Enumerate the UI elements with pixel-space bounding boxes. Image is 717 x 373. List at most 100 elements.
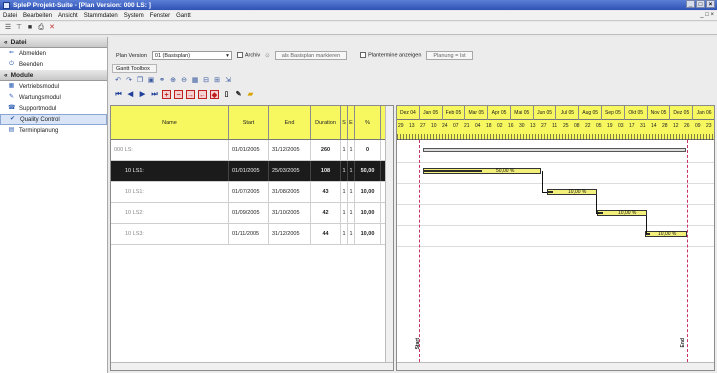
task-bar[interactable]: 10,00 % — [597, 210, 647, 216]
timeline-day: 13 — [530, 123, 536, 129]
archiv-checkbox[interactable]: Archiv — [236, 52, 260, 59]
task-grid: Name Start End Duration S E % 000 LS: 01… — [110, 105, 394, 371]
header-e[interactable]: E — [348, 106, 355, 139]
delete-icon[interactable]: ✕ — [48, 24, 56, 32]
sidebar-item-label: Vertriebsmodul — [19, 83, 60, 90]
table-row[interactable]: 10 LS1: 01/07/2005 31/08/2005 43 1 1 10,… — [111, 182, 393, 203]
sidebar-section-datei[interactable]: « Datei — [0, 37, 107, 48]
task-bar[interactable]: 10,00 % — [547, 189, 597, 195]
new-icon[interactable]: ⊤ — [15, 24, 23, 32]
table-row[interactable]: 000 LS: 01/01/2005 31/12/2005 260 1 1 0 — [111, 140, 393, 161]
edit-icon[interactable]: ✎ — [234, 90, 243, 99]
task-bar[interactable]: 50,00 % — [423, 168, 541, 174]
minimize-button[interactable]: _ — [686, 0, 695, 8]
prev-icon[interactable]: ◀ — [126, 90, 135, 99]
task-duration: 42 — [311, 203, 341, 223]
list-icon[interactable]: ☰ — [4, 24, 12, 32]
gantt-toolbox-header[interactable]: Gantt Toolbox — [112, 64, 157, 73]
timeline-day: 31 — [640, 123, 646, 129]
split-icon[interactable]: ⊟ — [202, 77, 210, 85]
folder-icon[interactable]: ▰ — [246, 90, 255, 99]
zoom-out-icon[interactable]: ⊖ — [180, 77, 188, 85]
task-duration: 43 — [311, 182, 341, 202]
menu-bearbeiten[interactable]: Bearbeiten — [23, 13, 52, 19]
menu-gantt[interactable]: Gantt — [176, 13, 191, 19]
close-button[interactable]: × — [706, 0, 715, 8]
timeline-month: Mai 05 — [511, 106, 534, 120]
sidebar-item-wartungsmodul[interactable]: ✎ Wartungsmodul — [0, 92, 107, 103]
table-row[interactable]: 10 LS2: 01/09/2005 31/10/2005 42 1 1 10,… — [111, 203, 393, 224]
plan-version-select[interactable]: 01 (Basisplan) ▾ — [151, 51, 232, 60]
sidebar-item-abmelden[interactable]: ⇐ Abmelden — [0, 48, 107, 59]
outdent-icon[interactable]: ← — [198, 89, 207, 99]
maximize-button[interactable]: □ — [696, 0, 705, 8]
sidebar-item-beenden[interactable]: ⏻ Beenden — [0, 59, 107, 70]
paste-icon[interactable]: ▣ — [147, 77, 155, 85]
zoom-in-icon[interactable]: ⊕ — [169, 77, 177, 85]
next-icon[interactable]: ▶ — [138, 90, 147, 99]
first-icon[interactable]: ⏮ — [114, 90, 123, 99]
milestone-icon[interactable]: ◆ — [210, 89, 219, 99]
header-s[interactable]: S — [341, 106, 348, 139]
timeline-day: 27 — [541, 123, 547, 129]
task-name: 10 LS1: — [111, 161, 229, 181]
sidebar-item-terminplanung[interactable]: ▤ Terminplanung — [0, 125, 107, 136]
redo-icon[interactable]: ↷ — [125, 77, 133, 85]
timeline-month: Aug 05 — [579, 106, 603, 120]
print-icon[interactable]: ⎙ — [37, 24, 45, 32]
header-duration[interactable]: Duration — [311, 106, 341, 139]
sidebar-item-supportmodul[interactable]: ☎ Supportmodul — [0, 103, 107, 114]
header-start[interactable]: Start — [229, 106, 269, 139]
table-row[interactable]: 10 LS1: 01/01/2005 25/03/2005 108 1 1 50… — [111, 161, 393, 182]
task-pct: 10,00 — [355, 182, 381, 202]
sidebar-item-quality-control[interactable]: ✔ Quality Control — [0, 114, 107, 125]
header-name[interactable]: Name — [111, 106, 229, 139]
grid-horizontal-scrollbar[interactable] — [111, 362, 393, 370]
remove-task-icon[interactable]: − — [174, 89, 183, 99]
main-panel: Plan Version 01 (Basisplan) ▾ Archiv ⊙ a… — [110, 37, 717, 373]
add-task-icon[interactable]: + — [162, 89, 171, 99]
timeline-day: 08 — [574, 123, 580, 129]
export-icon[interactable]: ⇲ — [224, 77, 232, 85]
timeline-month: Okt 05 — [625, 106, 648, 120]
link-icon[interactable]: ⚭ — [158, 77, 166, 85]
task-bar-label: 10,00 % — [568, 189, 587, 195]
grid-icon[interactable]: ⊞ — [213, 77, 221, 85]
header-pct[interactable]: % — [355, 106, 381, 139]
grid-vertical-scrollbar[interactable] — [385, 106, 393, 370]
mdi-controls[interactable]: _ □ × — [700, 12, 714, 18]
task-bar[interactable]: 10,00 % — [645, 231, 687, 237]
gantt-chart[interactable]: Dez 04 Jan 05 Feb 05 Mar 05 Apr 05 Mai 05 Jun … — [396, 105, 715, 371]
info-icon: ⊙ — [265, 52, 270, 59]
timeline-day: 16 — [508, 123, 514, 129]
menu-system[interactable]: System — [124, 13, 144, 19]
plantermine-checkbox[interactable]: Plantermine anzeigen — [360, 52, 421, 59]
sidebar: « Datei ⇐ Abmelden ⏻ Beenden « Module ▦ … — [0, 37, 108, 373]
table-row[interactable]: 10 LS3: 01/11/2005 31/12/2005 44 1 1 10,… — [111, 224, 393, 245]
task-e: 1 — [348, 161, 355, 181]
sidebar-item-vertriebsmodul[interactable]: ▦ Vertriebsmodul — [0, 81, 107, 92]
undo-icon[interactable]: ↶ — [114, 77, 122, 85]
timeline-month: Nov 05 — [648, 106, 671, 120]
copy-icon[interactable]: ❐ — [136, 77, 144, 85]
note-icon[interactable]: ▯ — [222, 90, 231, 99]
task-start: 01/01/2005 — [229, 140, 269, 160]
basisplan-button[interactable]: als Basisplan markieren — [274, 51, 348, 60]
menu-datei[interactable]: Datei — [3, 13, 17, 19]
menu-ansicht[interactable]: Ansicht — [58, 13, 78, 19]
dependency-line — [542, 192, 547, 193]
timeline-month: Apr 05 — [488, 106, 511, 120]
planung-ist-button[interactable]: Planung = Ist — [426, 51, 473, 60]
header-end[interactable]: End — [269, 106, 311, 139]
table-icon[interactable]: ▦ — [191, 77, 199, 85]
chart-horizontal-scrollbar[interactable] — [397, 362, 714, 370]
indent-icon[interactable]: → — [186, 89, 195, 99]
menu-stammdaten[interactable]: Stammdaten — [84, 13, 118, 19]
row-divider — [397, 246, 714, 247]
save-icon[interactable]: ■ — [26, 24, 34, 32]
last-icon[interactable]: ⏭ — [150, 90, 159, 99]
sidebar-section-module[interactable]: « Module — [0, 70, 107, 81]
menu-fenster[interactable]: Fenster — [150, 13, 170, 19]
summary-bar[interactable] — [423, 148, 686, 152]
timeline-day: 02 — [497, 123, 503, 129]
